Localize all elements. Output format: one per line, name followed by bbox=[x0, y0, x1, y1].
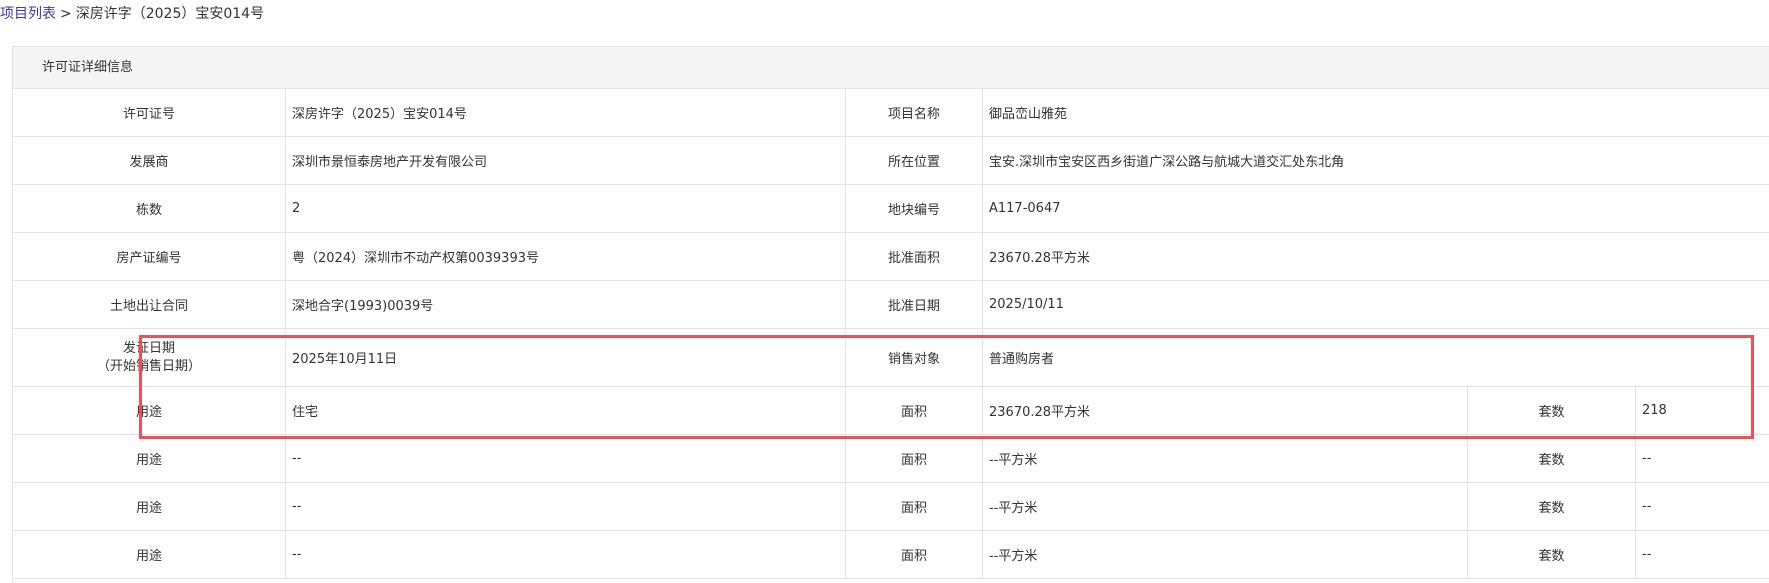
table-row: 土地出让合同 深地合字(1993)0039号 批准日期 2025/10/11 bbox=[13, 281, 1769, 329]
breadcrumb-project-list-link[interactable]: 项目列表 bbox=[0, 6, 56, 22]
table-row: 用途 -- 面积 --平方米 套数 -- bbox=[13, 435, 1769, 483]
units-label: 套数 bbox=[1468, 387, 1636, 434]
units-label: 套数 bbox=[1468, 531, 1636, 578]
area-label: 面积 bbox=[846, 483, 983, 530]
breadcrumb-separator: > bbox=[60, 6, 72, 22]
sales-target-label: 销售对象 bbox=[846, 329, 983, 386]
usage-value: 住宅 bbox=[286, 387, 846, 434]
table-row: 发展商 深圳市景恒泰房地产开发有限公司 所在位置 宝安.深圳市宝安区西乡街道广深… bbox=[13, 137, 1769, 185]
usage-value: -- bbox=[286, 435, 846, 482]
area-value: --平方米 bbox=[983, 483, 1468, 530]
issue-date-value: 2025年10月11日 bbox=[286, 329, 846, 386]
table-row: 房产证编号 粤（2024）深圳市不动产权第0039393号 批准面积 23670… bbox=[13, 233, 1769, 281]
project-name-label: 项目名称 bbox=[846, 89, 983, 136]
units-value: -- bbox=[1642, 547, 1652, 562]
land-contract-value: 深地合字(1993)0039号 bbox=[286, 281, 846, 328]
location-label: 所在位置 bbox=[846, 137, 983, 184]
land-contract-label: 土地出让合同 bbox=[13, 281, 286, 328]
area-label: 面积 bbox=[846, 435, 983, 482]
issue-date-label: 发证日期 （开始销售日期） bbox=[13, 329, 286, 386]
area-value: --平方米 bbox=[983, 435, 1468, 482]
sales-target-value: 普通购房者 bbox=[989, 352, 1055, 367]
approved-area-label: 批准面积 bbox=[846, 233, 983, 280]
approval-date-label: 批准日期 bbox=[846, 281, 983, 328]
table-row: 栋数 2 地块编号 A117-0647 bbox=[13, 185, 1769, 233]
approved-area-value: 23670.28平方米 bbox=[989, 251, 1091, 266]
developer-value: 深圳市景恒泰房地产开发有限公司 bbox=[286, 137, 846, 184]
issue-date-label-line1: 发证日期 bbox=[122, 340, 175, 356]
issue-date-label-line2: （开始销售日期） bbox=[96, 358, 201, 374]
table-row: 发证日期 （开始销售日期） 2025年10月11日 销售对象 普通购房者 bbox=[13, 329, 1769, 387]
usage-label: 用途 bbox=[13, 387, 286, 434]
plot-no-value: A117-0647 bbox=[989, 201, 1061, 216]
buildings-label: 栋数 bbox=[13, 185, 286, 232]
usage-value: -- bbox=[286, 531, 846, 578]
units-label: 套数 bbox=[1468, 483, 1636, 530]
usage-label: 用途 bbox=[13, 435, 286, 482]
breadcrumb: 项目列表 > 深房许字（2025）宝安014号 bbox=[0, 0, 264, 30]
panel-title: 许可证详细信息 bbox=[13, 47, 1769, 89]
project-name-value: 御品峦山雅苑 bbox=[989, 107, 1068, 122]
table-row: 用途 -- 面积 --平方米 套数 -- bbox=[13, 483, 1769, 531]
units-value: -- bbox=[1642, 499, 1652, 514]
buildings-value: 2 bbox=[286, 185, 846, 232]
permit-detail-panel: 许可证详细信息 许可证号 深房许字（2025）宝安014号 项目名称 御品峦山雅… bbox=[12, 46, 1769, 583]
area-label: 面积 bbox=[846, 387, 983, 434]
developer-label: 发展商 bbox=[13, 137, 286, 184]
table-row: 用途 -- 面积 --平方米 套数 -- bbox=[13, 531, 1769, 579]
usage-label: 用途 bbox=[13, 531, 286, 578]
plot-no-label: 地块编号 bbox=[846, 185, 983, 232]
usage-value: -- bbox=[286, 483, 846, 530]
area-value: 23670.28平方米 bbox=[983, 387, 1468, 434]
area-label: 面积 bbox=[846, 531, 983, 578]
table-row: 许可证号 深房许字（2025）宝安014号 项目名称 御品峦山雅苑 bbox=[13, 89, 1769, 137]
area-value: --平方米 bbox=[983, 531, 1468, 578]
breadcrumb-current: 深房许字（2025）宝安014号 bbox=[75, 6, 265, 22]
table-row: 用途 住宅 面积 23670.28平方米 套数 218 bbox=[13, 387, 1769, 435]
units-label: 套数 bbox=[1468, 435, 1636, 482]
units-value: -- bbox=[1642, 451, 1652, 466]
property-cert-label: 房产证编号 bbox=[13, 233, 286, 280]
location-value: 宝安.深圳市宝安区西乡街道广深公路与航城大道交汇处东北角 bbox=[989, 155, 1345, 170]
permit-no-label: 许可证号 bbox=[13, 89, 286, 136]
units-value: 218 bbox=[1642, 403, 1667, 418]
property-cert-value: 粤（2024）深圳市不动产权第0039393号 bbox=[286, 233, 846, 280]
permit-no-value: 深房许字（2025）宝安014号 bbox=[286, 89, 846, 136]
approval-date-value: 2025/10/11 bbox=[989, 297, 1064, 312]
usage-label: 用途 bbox=[13, 483, 286, 530]
